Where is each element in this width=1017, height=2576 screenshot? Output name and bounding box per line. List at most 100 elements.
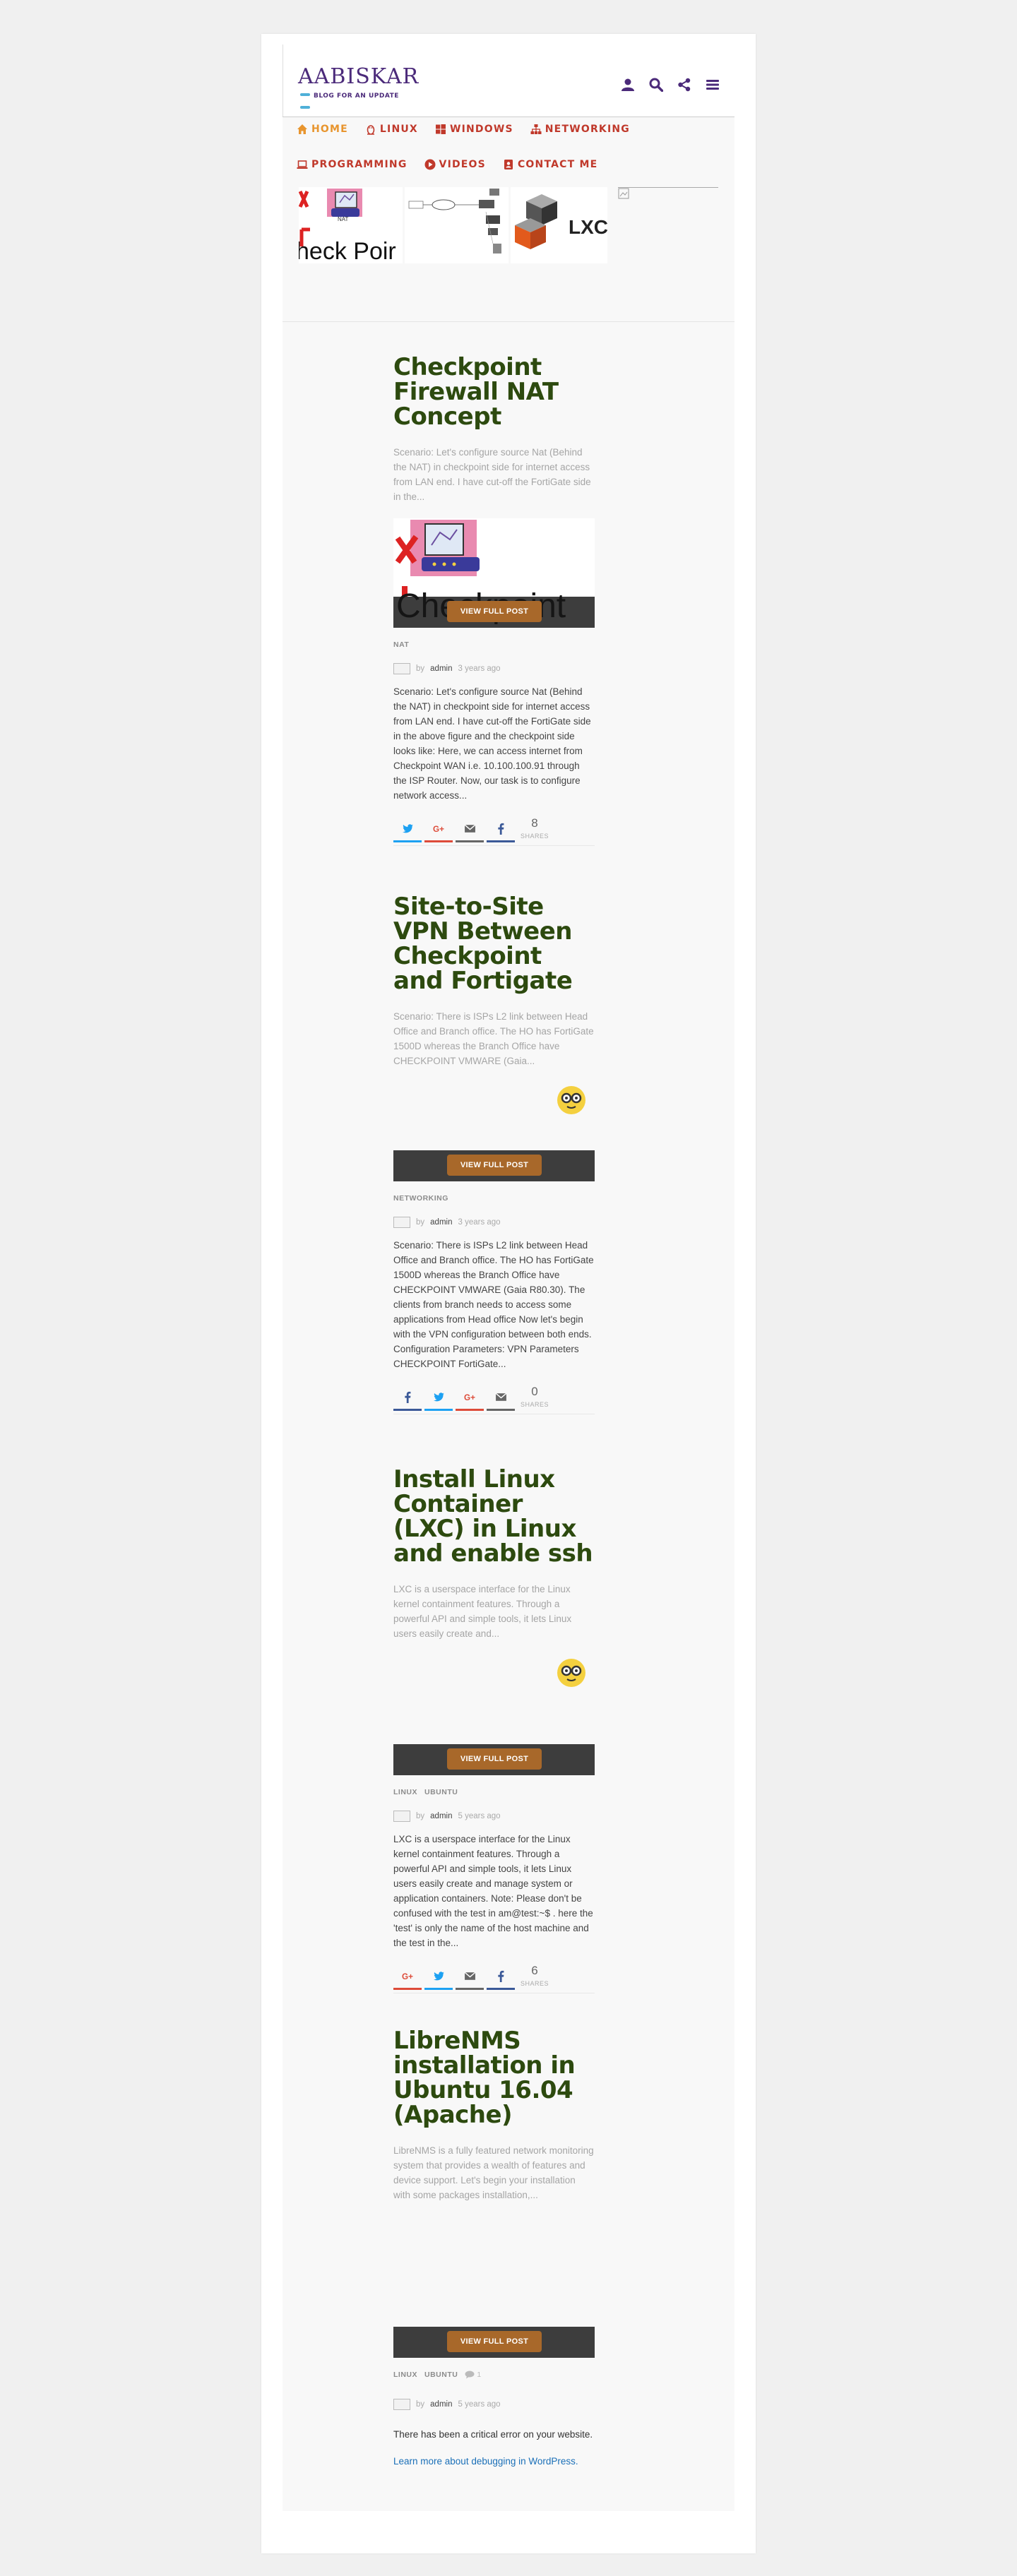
facebook-icon bbox=[497, 823, 504, 835]
author-link[interactable]: admin bbox=[430, 2400, 452, 2409]
avatar bbox=[393, 2399, 410, 2410]
post-image[interactable]: VIEW FULL POST bbox=[393, 2217, 595, 2358]
post-meta: by admin 3 years ago bbox=[393, 663, 595, 674]
post-time: 5 years ago bbox=[458, 2400, 501, 2409]
post-meta: by admin 5 years ago bbox=[393, 2399, 595, 2410]
nav-windows-label: WINDOWS bbox=[449, 124, 513, 135]
post-card: Site-to-Site VPN Between Checkpoint and … bbox=[393, 895, 595, 1414]
post-meta: by admin 5 years ago bbox=[393, 1811, 595, 1822]
post-image[interactable]: VIEW FULL POST bbox=[393, 1083, 595, 1181]
share-count: 6 SHARES bbox=[521, 1964, 549, 1988]
site-header: AABISKAR BLOG FOR AN UPDATE bbox=[282, 44, 734, 117]
nerd-face-icon bbox=[557, 1086, 585, 1114]
share-count: 8 SHARES bbox=[521, 816, 549, 840]
nav-programming[interactable]: PROGRAMMING bbox=[297, 159, 408, 170]
search-icon[interactable] bbox=[648, 77, 664, 93]
by-label: by bbox=[416, 1812, 425, 1820]
twitter-icon bbox=[433, 1971, 444, 1980]
twitter-share-button[interactable] bbox=[393, 816, 422, 842]
post-time: 3 years ago bbox=[458, 1218, 501, 1227]
post-body: Scenario: There is ISPs L2 link between … bbox=[393, 1240, 594, 1369]
email-icon bbox=[464, 824, 475, 833]
category-link[interactable]: UBUNTU bbox=[424, 1788, 458, 1796]
post-time: 5 years ago bbox=[458, 1812, 501, 1820]
site-logo[interactable]: AABISKAR BLOG FOR AN UPDATE bbox=[298, 66, 418, 109]
svg-text:G+: G+ bbox=[433, 824, 444, 833]
view-post-bar: VIEW FULL POST bbox=[393, 1744, 595, 1775]
featured-thumb-vpn[interactable] bbox=[405, 187, 509, 263]
share-icon[interactable] bbox=[677, 77, 692, 93]
email-share-button[interactable] bbox=[487, 1385, 515, 1411]
nav-networking[interactable]: NETWORKING bbox=[530, 124, 630, 135]
featured-thumb3-text: LXC bbox=[569, 216, 607, 238]
wave-icon bbox=[300, 105, 310, 109]
broken-image-icon bbox=[618, 188, 629, 199]
post-title[interactable]: Site-to-Site VPN Between Checkpoint and … bbox=[393, 895, 595, 994]
category-link[interactable]: LINUX bbox=[393, 2371, 417, 2379]
post-excerpt: Scenario: Let's configure source Nat (Be… bbox=[393, 447, 591, 502]
nav-contact-label: CONTACT ME bbox=[517, 159, 598, 170]
nav-networking-label: NETWORKING bbox=[545, 124, 630, 135]
post-title[interactable]: Checkpoint Firewall NAT Concept bbox=[393, 355, 595, 429]
category-link[interactable]: NAT bbox=[393, 640, 409, 649]
laptop-icon bbox=[297, 160, 308, 169]
featured-thumb-broken[interactable] bbox=[618, 187, 718, 202]
contact-icon bbox=[504, 160, 513, 169]
view-full-post-button[interactable]: VIEW FULL POST bbox=[447, 601, 542, 622]
google-plus-icon: G+ bbox=[402, 1972, 413, 1981]
category-link[interactable]: UBUNTU bbox=[424, 2371, 458, 2379]
google-plus-icon: G+ bbox=[464, 1393, 475, 1402]
twitter-share-button[interactable] bbox=[424, 1964, 453, 1990]
post-title[interactable]: LibreNMS installation in Ubuntu 16.04 (A… bbox=[393, 2029, 595, 2128]
menu-icon[interactable] bbox=[705, 77, 720, 93]
google-plus-share-button[interactable]: G+ bbox=[456, 1385, 484, 1411]
featured-thumb-lxc[interactable]: LXC bbox=[511, 187, 607, 263]
email-share-button[interactable] bbox=[456, 816, 484, 842]
post-title[interactable]: Install Linux Container (LXC) in Linux a… bbox=[393, 1467, 595, 1566]
nav-contact[interactable]: CONTACT ME bbox=[503, 159, 597, 170]
comment-count[interactable]: 1 bbox=[465, 2371, 481, 2379]
view-full-post-button[interactable]: VIEW FULL POST bbox=[447, 2331, 542, 2352]
google-plus-share-button[interactable]: G+ bbox=[424, 816, 453, 842]
category-link[interactable]: NETWORKING bbox=[393, 1194, 448, 1203]
nav-programming-label: PROGRAMMING bbox=[311, 159, 408, 170]
facebook-share-button[interactable] bbox=[393, 1385, 422, 1411]
user-icon[interactable] bbox=[620, 77, 636, 93]
critical-error-message: There has been a critical error on your … bbox=[393, 2429, 593, 2440]
nav-windows[interactable]: WINDOWS bbox=[435, 124, 513, 135]
post-image[interactable]: Checkpoint VIEW FULL POST bbox=[393, 518, 595, 628]
view-full-post-button[interactable]: VIEW FULL POST bbox=[447, 1748, 542, 1770]
svg-text:G+: G+ bbox=[464, 1393, 475, 1402]
svg-text:NAT: NAT bbox=[338, 216, 349, 222]
facebook-share-button[interactable] bbox=[487, 816, 515, 842]
twitter-share-button[interactable] bbox=[424, 1385, 453, 1411]
post-categories: NAT bbox=[393, 640, 595, 649]
facebook-share-button[interactable] bbox=[487, 1964, 515, 1990]
nav-home[interactable]: HOME bbox=[297, 124, 348, 135]
share-count: 0 SHARES bbox=[521, 1385, 549, 1409]
debugging-link[interactable]: Learn more about debugging in WordPress. bbox=[393, 2456, 595, 2467]
google-plus-icon: G+ bbox=[433, 824, 444, 833]
author-link[interactable]: admin bbox=[430, 1812, 452, 1820]
email-share-button[interactable] bbox=[456, 1964, 484, 1990]
avatar bbox=[393, 1811, 410, 1822]
post-excerpt: Scenario: There is ISPs L2 link between … bbox=[393, 1011, 594, 1066]
nav-videos[interactable]: VIDEOS bbox=[424, 159, 486, 170]
nav-linux[interactable]: LINUX bbox=[365, 124, 418, 135]
nav-videos-label: VIDEOS bbox=[439, 159, 486, 170]
share-bar: G+ 8 SHARES bbox=[393, 814, 595, 846]
view-full-post-button[interactable]: VIEW FULL POST bbox=[447, 1155, 542, 1176]
category-link[interactable]: LINUX bbox=[393, 1788, 417, 1796]
windows-icon bbox=[435, 124, 446, 134]
twitter-icon bbox=[402, 823, 413, 833]
post-image[interactable]: VIEW FULL POST bbox=[393, 1655, 595, 1775]
google-plus-share-button[interactable]: G+ bbox=[393, 1964, 422, 1990]
post-card: Checkpoint Firewall NAT Concept Scenario… bbox=[393, 355, 595, 846]
author-link[interactable]: admin bbox=[430, 664, 452, 673]
author-link[interactable]: admin bbox=[430, 1218, 452, 1227]
avatar bbox=[393, 663, 410, 674]
by-label: by bbox=[416, 2400, 425, 2409]
featured-thumb-nat[interactable]: NAT heck Poir bbox=[299, 187, 403, 263]
main-nav: HOME LINUX WINDOWS NETWORKING PROGRAMMIN… bbox=[297, 112, 734, 182]
nav-linux-label: LINUX bbox=[379, 124, 418, 135]
